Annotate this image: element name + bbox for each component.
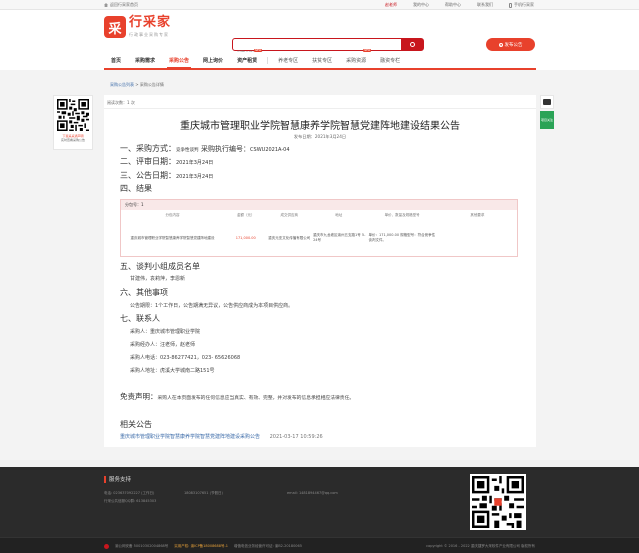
section-panel-members: 五、谈判小组成员名单 — [120, 262, 200, 271]
panel-members: 甘建伟，袁莉萍，李恩新 — [130, 276, 186, 282]
logo-mark-icon: 采 — [104, 16, 126, 38]
footer-qr-code-icon — [470, 474, 526, 530]
new-badge: NEW — [363, 49, 372, 52]
section-notice-date: 三、公告日期：2021年3月24日 — [120, 171, 214, 180]
logo-name: 行采家 — [129, 15, 172, 30]
breadcrumb-current: 采购公告详情 — [139, 82, 164, 87]
publish-date: 发布日期：2021年3月24日 — [293, 134, 347, 139]
related-date: 2021-03-17 10:59:26 — [269, 434, 323, 440]
section-method: 一、采购方式：竞争性谈判 采购执行编号：CSWU2021A-04 — [120, 144, 290, 153]
read-count: 阅读次数：1 次 — [107, 100, 135, 105]
result-table: 分包号：1 分包内容 金额（元） 成交供应商 地址 单价、数量及规格型号 其他要… — [120, 199, 518, 257]
print-button[interactable] — [540, 95, 554, 109]
my-center-link[interactable]: 我的中心 — [413, 2, 429, 8]
service-phone-workday: 电话: 023637092227 (工作日) — [104, 491, 155, 495]
nav-divider — [267, 56, 269, 64]
home-link[interactable]: 返回行采家首页 — [104, 2, 138, 8]
nav-poverty-zone[interactable]: 扶贫专区 — [305, 52, 339, 68]
site-logo[interactable]: 采 行采家 行政事业采购专家 — [104, 16, 171, 38]
logo-slogan: 行政事业采购专家 — [129, 32, 169, 37]
service-contacts: 电话: 023637092227 (工作日) 18083107651 (节假日)… — [104, 491, 338, 496]
contact-org: 采购人：重庆城市管理职业学院 — [130, 329, 201, 335]
nav-asset-lease[interactable]: 资产租赁 NEW — [230, 49, 264, 68]
related-heading: 相关公告 — [120, 420, 152, 429]
copyright: copyright © 2016 - 2022 重庆捷罗大采软件产业有限公司 版… — [426, 544, 535, 548]
footer: 服务支持 电话: 023637092227 (工作日) 18083107651 … — [0, 467, 639, 553]
related-notice-link[interactable]: 重庆城市管理职业学院智慧康养学院智慧党建阵地建设采购公告 — [120, 434, 260, 440]
top-links: 赵老师 我的中心 帮助中心 联系我们 手机行采家 — [385, 2, 534, 8]
nav-finance-column[interactable]: 融资专栏 — [373, 52, 407, 68]
nav-elderly-zone[interactable]: 养老专区 — [271, 52, 305, 68]
plus-icon: + — [498, 42, 503, 47]
breadcrumb-list-link[interactable]: 采购公告列表 — [110, 82, 134, 87]
divider — [104, 108, 536, 109]
new-badge: NEW — [254, 49, 263, 52]
nav-online-inquiry[interactable]: 网上询价 — [196, 52, 230, 68]
breadcrumb: 采购公告列表 > 采购公告详情 — [110, 82, 164, 87]
service-phone-holiday: 18083107651 (节假日) — [184, 491, 223, 495]
section-review-date: 二、评审日期：2021年3月24日 — [120, 157, 214, 166]
service-email: email: 1481894467@qq.com — [287, 491, 338, 495]
service-qq: 行采公共信服QQ群: 613845303 — [104, 499, 157, 503]
nav-home[interactable]: 首页 — [104, 52, 128, 68]
search-button[interactable] — [401, 39, 423, 50]
nav-purchase-notice[interactable]: 采购公告 — [162, 52, 196, 69]
contact-us-link[interactable]: 联系我们 — [477, 2, 493, 8]
mobile-app-link[interactable]: 手机行采家 — [509, 2, 534, 8]
header: 采 行采家 行政事业采购专家 + 发布公告 — [0, 10, 639, 58]
phone-icon — [509, 2, 512, 8]
service-heading: 服务支持 — [104, 475, 131, 483]
icp-license[interactable]: 增值电信业务经营许可证: 渝B2-20180065 — [234, 544, 302, 549]
icp-record[interactable]: 实用产权: 渝ICP备18008688号-1 — [174, 544, 228, 549]
police-emblem-icon — [104, 544, 109, 549]
table-header-row: 分包内容 金额（元） 成交供应商 地址 单价、数量及规格型号 其他要求 — [165, 212, 485, 217]
main-nav: 首页 采购需求 采购公告 网上询价 资产租赁 NEW 养老专区 扶贫专区 采购资源… — [0, 49, 639, 70]
help-center-link[interactable]: 帮助中心 — [445, 2, 461, 8]
contact-address: 采购人地址：虎溪大学城南二路151号 — [130, 368, 215, 374]
qr-code-icon — [57, 99, 89, 131]
print-icon — [543, 99, 551, 105]
related-item: 重庆城市管理职业学院智慧康养学院智慧党建阵地建设采购公告 2021-03-17 … — [120, 433, 323, 440]
search-icon — [409, 42, 415, 47]
right-toolbar: 项目关注 — [540, 95, 554, 129]
notice-title: 重庆城市管理职业学院智慧康养学院智慧党建阵地建设结果公告 — [180, 121, 460, 132]
footer-bottom: 渝公网安备 50010302004868号 实用产权: 渝ICP备1800868… — [0, 537, 639, 553]
section-result-heading: 四、结果 — [120, 184, 152, 193]
disclaimer: 免责声明：采购人在本页面发布的任何信息应当真实、有效、完整，并对发布的信息承担相… — [120, 392, 355, 401]
table-row: 重庆城市管理职业学院智慧康养学院智慧党建阵地建设 171,000.00 重庆元亚… — [130, 233, 436, 242]
top-utility-bar: 返回行采家首页 赵老师 我的中心 帮助中心 联系我们 手机行采家 — [0, 0, 639, 10]
nav-purchase-resources[interactable]: 采购资源 NEW — [339, 49, 373, 68]
contact-person: 采购经办人：汪老师，赵老师 — [130, 342, 196, 348]
qr-caption-2: 实时查看采购公告 — [60, 138, 85, 142]
section-other: 六、其他事项 — [120, 288, 168, 297]
project-follow-button[interactable]: 项目关注 — [540, 111, 554, 129]
publish-button[interactable]: + 发布公告 — [486, 38, 535, 51]
notice-detail-card: 阅读次数：1 次 重庆城市管理职业学院智慧康养学院智慧党建阵地建设结果公告 发布… — [104, 95, 536, 447]
package-number: 分包号：1 — [121, 200, 517, 210]
nav-purchase-demand[interactable]: 采购需求 — [128, 52, 162, 68]
section-contact: 七、联系人 — [120, 314, 160, 323]
icp-police[interactable]: 渝公网安备 50010302004868号 — [115, 544, 168, 549]
accent-bar — [104, 475, 106, 483]
other-text: 公告期限：1个工作日，公告期满无异议，公告供应商成为本项目供应商。 — [130, 303, 294, 309]
app-qr-float[interactable]: 下载采采通声明 实时查看采购公告 — [53, 95, 93, 150]
home-icon — [104, 3, 108, 7]
contact-phone: 采购人电话：023-86277421，023- 65626068 — [130, 355, 241, 361]
user-name-link[interactable]: 赵老师 — [385, 2, 397, 8]
